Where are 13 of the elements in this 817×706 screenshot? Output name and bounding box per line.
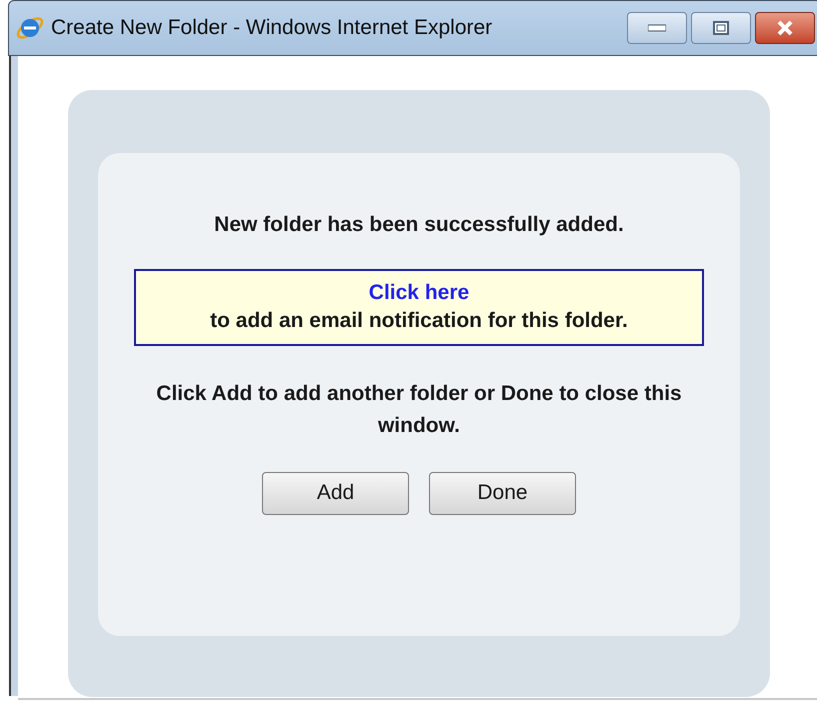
restore-icon bbox=[713, 21, 729, 35]
notification-text: to add an email notification for this folder. bbox=[210, 308, 628, 334]
minimize-icon bbox=[648, 24, 666, 32]
click-here-link[interactable]: Click here bbox=[368, 279, 470, 307]
close-button[interactable] bbox=[755, 12, 815, 44]
close-icon bbox=[776, 20, 794, 36]
add-button[interactable]: Add bbox=[262, 472, 409, 514]
instructions-text: Click Add to add another folder or Done to close this window. bbox=[155, 380, 683, 438]
restore-button[interactable] bbox=[691, 12, 751, 44]
minimize-button[interactable] bbox=[627, 12, 687, 44]
done-button[interactable]: Done bbox=[429, 472, 576, 514]
window-title: Create New Folder - Windows Internet Explorer bbox=[51, 15, 492, 42]
success-message: New folder has been successfully added. bbox=[214, 212, 624, 238]
